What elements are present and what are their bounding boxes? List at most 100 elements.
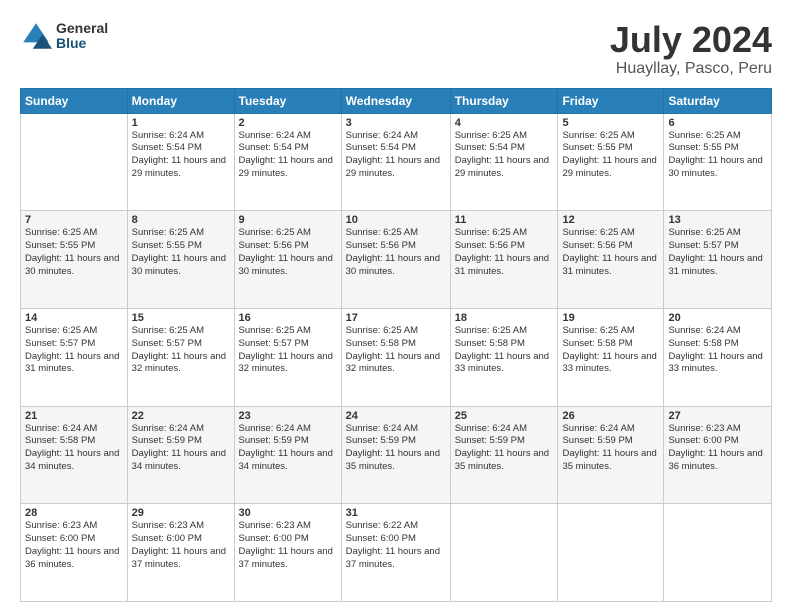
calendar-cell: 26Sunrise: 6:24 AM Sunset: 5:59 PM Dayli… [558,406,664,504]
calendar-cell: 14Sunrise: 6:25 AM Sunset: 5:57 PM Dayli… [21,308,128,406]
header: General Blue July 2024 Huayllay, Pasco, … [20,20,772,78]
day-detail: Sunrise: 6:24 AM Sunset: 5:58 PM Dayligh… [25,423,123,474]
day-number: 23 [239,410,337,422]
calendar-table: SundayMondayTuesdayWednesdayThursdayFrid… [20,88,772,602]
title-area: July 2024 Huayllay, Pasco, Peru [610,20,772,78]
calendar-body: 1Sunrise: 6:24 AM Sunset: 5:54 PM Daylig… [21,113,772,601]
calendar-cell: 17Sunrise: 6:25 AM Sunset: 5:58 PM Dayli… [341,308,450,406]
main-title: July 2024 [610,20,772,60]
day-number: 25 [455,410,554,422]
week-row-1: 7Sunrise: 6:25 AM Sunset: 5:55 PM Daylig… [21,211,772,309]
calendar-cell: 3Sunrise: 6:24 AM Sunset: 5:54 PM Daylig… [341,113,450,211]
day-number: 11 [455,214,554,226]
day-number: 10 [346,214,446,226]
day-number: 8 [132,214,230,226]
day-number: 3 [346,117,446,129]
day-number: 22 [132,410,230,422]
day-number: 29 [132,507,230,519]
logo: General Blue [20,20,108,52]
calendar-cell: 29Sunrise: 6:23 AM Sunset: 6:00 PM Dayli… [127,504,234,602]
day-detail: Sunrise: 6:25 AM Sunset: 5:56 PM Dayligh… [346,227,446,278]
calendar-cell: 18Sunrise: 6:25 AM Sunset: 5:58 PM Dayli… [450,308,558,406]
calendar-cell: 10Sunrise: 6:25 AM Sunset: 5:56 PM Dayli… [341,211,450,309]
day-number: 17 [346,312,446,324]
calendar-cell: 20Sunrise: 6:24 AM Sunset: 5:58 PM Dayli… [664,308,772,406]
day-number: 4 [455,117,554,129]
logo-general: General [56,21,108,36]
header-monday: Monday [127,88,234,113]
calendar-cell: 11Sunrise: 6:25 AM Sunset: 5:56 PM Dayli… [450,211,558,309]
day-detail: Sunrise: 6:25 AM Sunset: 5:57 PM Dayligh… [668,227,767,278]
day-detail: Sunrise: 6:25 AM Sunset: 5:55 PM Dayligh… [25,227,123,278]
day-number: 6 [668,117,767,129]
calendar-cell: 28Sunrise: 6:23 AM Sunset: 6:00 PM Dayli… [21,504,128,602]
day-number: 9 [239,214,337,226]
calendar-cell: 31Sunrise: 6:22 AM Sunset: 6:00 PM Dayli… [341,504,450,602]
day-number: 19 [562,312,659,324]
day-detail: Sunrise: 6:24 AM Sunset: 5:59 PM Dayligh… [346,423,446,474]
day-number: 14 [25,312,123,324]
header-sunday: Sunday [21,88,128,113]
day-detail: Sunrise: 6:23 AM Sunset: 6:00 PM Dayligh… [239,520,337,571]
header-tuesday: Tuesday [234,88,341,113]
calendar-cell: 30Sunrise: 6:23 AM Sunset: 6:00 PM Dayli… [234,504,341,602]
day-detail: Sunrise: 6:24 AM Sunset: 5:59 PM Dayligh… [455,423,554,474]
day-number: 13 [668,214,767,226]
calendar-cell: 27Sunrise: 6:23 AM Sunset: 6:00 PM Dayli… [664,406,772,504]
calendar-cell: 25Sunrise: 6:24 AM Sunset: 5:59 PM Dayli… [450,406,558,504]
day-number: 1 [132,117,230,129]
week-row-0: 1Sunrise: 6:24 AM Sunset: 5:54 PM Daylig… [21,113,772,211]
day-detail: Sunrise: 6:25 AM Sunset: 5:58 PM Dayligh… [562,325,659,376]
day-number: 2 [239,117,337,129]
calendar-cell [558,504,664,602]
day-detail: Sunrise: 6:25 AM Sunset: 5:57 PM Dayligh… [25,325,123,376]
day-number: 15 [132,312,230,324]
day-detail: Sunrise: 6:24 AM Sunset: 5:59 PM Dayligh… [239,423,337,474]
day-detail: Sunrise: 6:25 AM Sunset: 5:57 PM Dayligh… [132,325,230,376]
calendar-cell: 8Sunrise: 6:25 AM Sunset: 5:55 PM Daylig… [127,211,234,309]
week-row-3: 21Sunrise: 6:24 AM Sunset: 5:58 PM Dayli… [21,406,772,504]
day-detail: Sunrise: 6:24 AM Sunset: 5:54 PM Dayligh… [239,130,337,181]
day-detail: Sunrise: 6:25 AM Sunset: 5:57 PM Dayligh… [239,325,337,376]
header-wednesday: Wednesday [341,88,450,113]
week-row-4: 28Sunrise: 6:23 AM Sunset: 6:00 PM Dayli… [21,504,772,602]
day-detail: Sunrise: 6:24 AM Sunset: 5:54 PM Dayligh… [132,130,230,181]
day-number: 30 [239,507,337,519]
day-number: 24 [346,410,446,422]
day-detail: Sunrise: 6:25 AM Sunset: 5:56 PM Dayligh… [562,227,659,278]
calendar-cell: 22Sunrise: 6:24 AM Sunset: 5:59 PM Dayli… [127,406,234,504]
calendar-cell: 7Sunrise: 6:25 AM Sunset: 5:55 PM Daylig… [21,211,128,309]
calendar-cell: 12Sunrise: 6:25 AM Sunset: 5:56 PM Dayli… [558,211,664,309]
calendar-cell: 23Sunrise: 6:24 AM Sunset: 5:59 PM Dayli… [234,406,341,504]
day-detail: Sunrise: 6:25 AM Sunset: 5:55 PM Dayligh… [562,130,659,181]
calendar-header: SundayMondayTuesdayWednesdayThursdayFrid… [21,88,772,113]
day-number: 5 [562,117,659,129]
day-detail: Sunrise: 6:24 AM Sunset: 5:58 PM Dayligh… [668,325,767,376]
header-friday: Friday [558,88,664,113]
day-number: 28 [25,507,123,519]
subtitle: Huayllay, Pasco, Peru [610,60,772,78]
day-detail: Sunrise: 6:23 AM Sunset: 6:00 PM Dayligh… [668,423,767,474]
week-row-2: 14Sunrise: 6:25 AM Sunset: 5:57 PM Dayli… [21,308,772,406]
day-number: 18 [455,312,554,324]
day-detail: Sunrise: 6:22 AM Sunset: 6:00 PM Dayligh… [346,520,446,571]
day-detail: Sunrise: 6:25 AM Sunset: 5:58 PM Dayligh… [455,325,554,376]
calendar-cell: 21Sunrise: 6:24 AM Sunset: 5:58 PM Dayli… [21,406,128,504]
day-detail: Sunrise: 6:24 AM Sunset: 5:54 PM Dayligh… [346,130,446,181]
day-number: 16 [239,312,337,324]
calendar-cell: 16Sunrise: 6:25 AM Sunset: 5:57 PM Dayli… [234,308,341,406]
calendar-cell [21,113,128,211]
calendar-cell: 2Sunrise: 6:24 AM Sunset: 5:54 PM Daylig… [234,113,341,211]
day-detail: Sunrise: 6:25 AM Sunset: 5:56 PM Dayligh… [455,227,554,278]
calendar-cell [664,504,772,602]
calendar-cell: 9Sunrise: 6:25 AM Sunset: 5:56 PM Daylig… [234,211,341,309]
header-row: SundayMondayTuesdayWednesdayThursdayFrid… [21,88,772,113]
header-saturday: Saturday [664,88,772,113]
day-detail: Sunrise: 6:25 AM Sunset: 5:56 PM Dayligh… [239,227,337,278]
calendar-cell: 4Sunrise: 6:25 AM Sunset: 5:54 PM Daylig… [450,113,558,211]
day-number: 12 [562,214,659,226]
calendar-cell: 6Sunrise: 6:25 AM Sunset: 5:55 PM Daylig… [664,113,772,211]
calendar-cell [450,504,558,602]
day-detail: Sunrise: 6:23 AM Sunset: 6:00 PM Dayligh… [25,520,123,571]
day-number: 27 [668,410,767,422]
